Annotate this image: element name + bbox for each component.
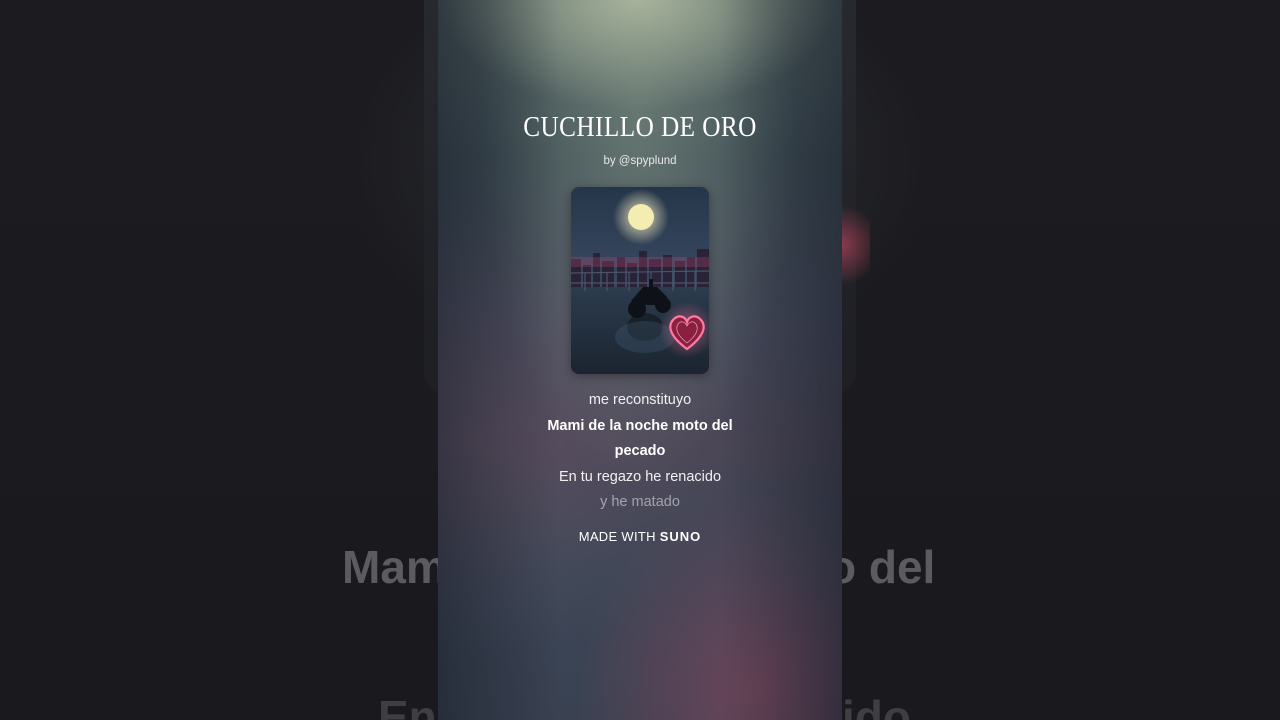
made-with-prefix: MADE WITH xyxy=(578,529,656,544)
lyric-upcoming: y he matado xyxy=(600,494,680,510)
song-byline: by @spyplund xyxy=(603,155,677,167)
lyric-video-panel: CUCHILLO DE ORO by @spyplund me reconsti… xyxy=(438,0,842,720)
song-title: CUCHILLO DE ORO xyxy=(523,112,757,143)
blurred-lyric-bottom-left: En xyxy=(378,691,437,720)
blurred-lyric-right: o del xyxy=(828,541,936,593)
lyric-next: En tu regazo he renacido xyxy=(558,468,722,485)
lyric-current: Mami de la noche moto del pecado xyxy=(547,417,733,460)
blurred-lyric-left: Mam xyxy=(342,541,447,593)
blurred-lyric-bottom-right: ido xyxy=(842,691,911,720)
video-frame: Mam o del En ido CUCHILLO DE ORO by @spy… xyxy=(0,0,1280,720)
made-with-suno: MADE WITH SUNO xyxy=(438,529,842,544)
lyric-previous: me reconstituyo xyxy=(588,392,692,408)
album-cover xyxy=(571,187,709,374)
moon-icon xyxy=(628,204,654,230)
lyrics-block: me reconstituyo Mami de la noche moto de… xyxy=(438,388,842,516)
suno-logo: SUNO xyxy=(659,529,702,544)
